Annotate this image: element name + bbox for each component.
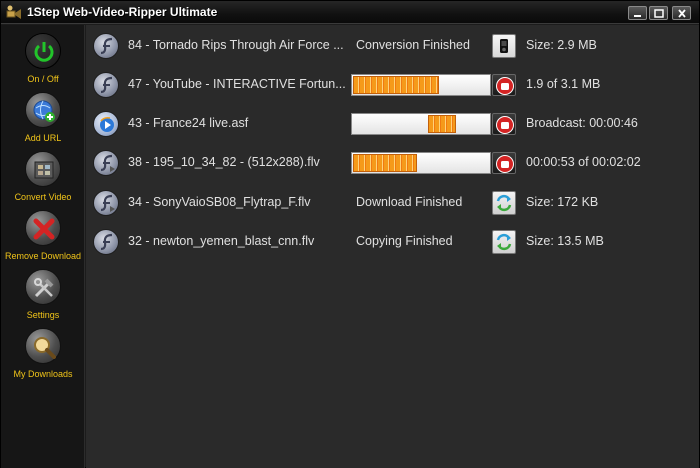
- sidebar-item-label: Convert Video: [14, 192, 72, 202]
- info-text: Size: 2.9 MB: [526, 38, 597, 52]
- flash-file-icon: [93, 229, 119, 255]
- power-icon: [25, 33, 61, 69]
- info-text: Broadcast: 00:00:46: [526, 116, 638, 130]
- minimize-button[interactable]: [628, 6, 647, 20]
- sidebar: On / Off Add URL Convert Video Remove Do…: [1, 25, 85, 468]
- stop-button[interactable]: [492, 113, 516, 135]
- stop-icon: [496, 77, 514, 95]
- convert-button[interactable]: [492, 191, 516, 215]
- flash-file-icon: [93, 33, 119, 59]
- file-name: 47 - YouTube - INTERACTIVE Fortun...: [128, 77, 346, 91]
- download-row[interactable]: 43 - France24 live.asf Broadcast: 00:00:…: [86, 104, 699, 142]
- broadcast-indicator: [351, 113, 491, 135]
- file-name: 34 - SonyVaioSB08_Flytrap_F.flv: [128, 195, 311, 209]
- file-name: 84 - Tornado Rips Through Air Force ...: [128, 38, 344, 52]
- magnifier-icon: [25, 328, 61, 364]
- download-row[interactable]: 84 - Tornado Rips Through Air Force ... …: [86, 26, 699, 64]
- download-list: 84 - Tornado Rips Through Air Force ... …: [86, 25, 699, 468]
- flash-file-icon: [93, 72, 119, 98]
- close-button[interactable]: [672, 6, 691, 20]
- download-row[interactable]: 32 - newton_yemen_blast_cnn.flv Copying …: [86, 222, 699, 260]
- status-text: Conversion Finished: [356, 38, 470, 52]
- file-name: 32 - newton_yemen_blast_cnn.flv: [128, 234, 315, 248]
- flash-download-icon: [93, 150, 119, 176]
- my-downloads-button[interactable]: My Downloads: [1, 328, 85, 384]
- window-title: 1Step Web-Video-Ripper Ultimate: [27, 5, 218, 19]
- progress-fill: [353, 76, 439, 94]
- close-icon: [678, 9, 686, 18]
- file-name: 38 - 195_10_34_82 - (512x288).flv: [128, 155, 320, 169]
- maximize-button[interactable]: [649, 6, 668, 20]
- app-window: 1Step Web-Video-Ripper Ultimate On / Off…: [0, 0, 700, 468]
- minimize-icon: [634, 15, 641, 17]
- progress-bar: [351, 74, 491, 96]
- info-text: 1.9 of 3.1 MB: [526, 77, 601, 91]
- tools-icon: [25, 269, 61, 305]
- remove-x-icon: [25, 210, 61, 246]
- progress-bar: [351, 152, 491, 174]
- app-logo-icon: [6, 5, 21, 19]
- stop-button[interactable]: [492, 152, 516, 174]
- status-text: Download Finished: [356, 195, 463, 209]
- add-url-icon: [25, 92, 61, 128]
- info-text: Size: 172 KB: [526, 195, 599, 209]
- stop-icon: [496, 116, 514, 134]
- download-row[interactable]: 38 - 195_10_34_82 - (512x288).flv 00:00:…: [86, 143, 699, 181]
- info-text: 00:00:53 of 00:02:02: [526, 155, 641, 169]
- film-icon: [25, 151, 61, 187]
- settings-button[interactable]: Settings: [1, 269, 85, 325]
- convert-video-button[interactable]: Convert Video: [1, 151, 85, 207]
- on-off-button[interactable]: On / Off: [1, 33, 85, 89]
- convert-icon: [496, 194, 512, 212]
- maximize-icon: [654, 9, 664, 18]
- stop-button[interactable]: [492, 74, 516, 96]
- convert-icon: [496, 233, 512, 251]
- device-icon: [500, 39, 508, 53]
- sidebar-item-label: On / Off: [27, 74, 59, 84]
- file-name: 43 - France24 live.asf: [128, 116, 249, 130]
- title-bar[interactable]: 1Step Web-Video-Ripper Ultimate: [1, 1, 699, 24]
- remove-download-button[interactable]: Remove Download: [1, 210, 85, 266]
- progress-fill: [353, 154, 417, 172]
- convert-button[interactable]: [492, 230, 516, 254]
- sidebar-item-label: Remove Download: [4, 251, 82, 261]
- sidebar-item-label: Settings: [26, 310, 60, 320]
- stop-icon: [496, 155, 514, 173]
- download-row[interactable]: 34 - SonyVaioSB08_Flytrap_F.flv Download…: [86, 183, 699, 221]
- media-player-icon: [93, 111, 119, 137]
- download-row[interactable]: 47 - YouTube - INTERACTIVE Fortun... 1.9…: [86, 65, 699, 103]
- add-url-button[interactable]: Add URL: [1, 92, 85, 148]
- info-text: Size: 13.5 MB: [526, 234, 604, 248]
- progress-fill: [428, 115, 456, 133]
- play-on-device-button[interactable]: [492, 34, 516, 58]
- sidebar-item-label: Add URL: [24, 133, 62, 143]
- status-text: Copying Finished: [356, 234, 453, 248]
- sidebar-item-label: My Downloads: [13, 369, 73, 379]
- flash-download-icon: [93, 190, 119, 216]
